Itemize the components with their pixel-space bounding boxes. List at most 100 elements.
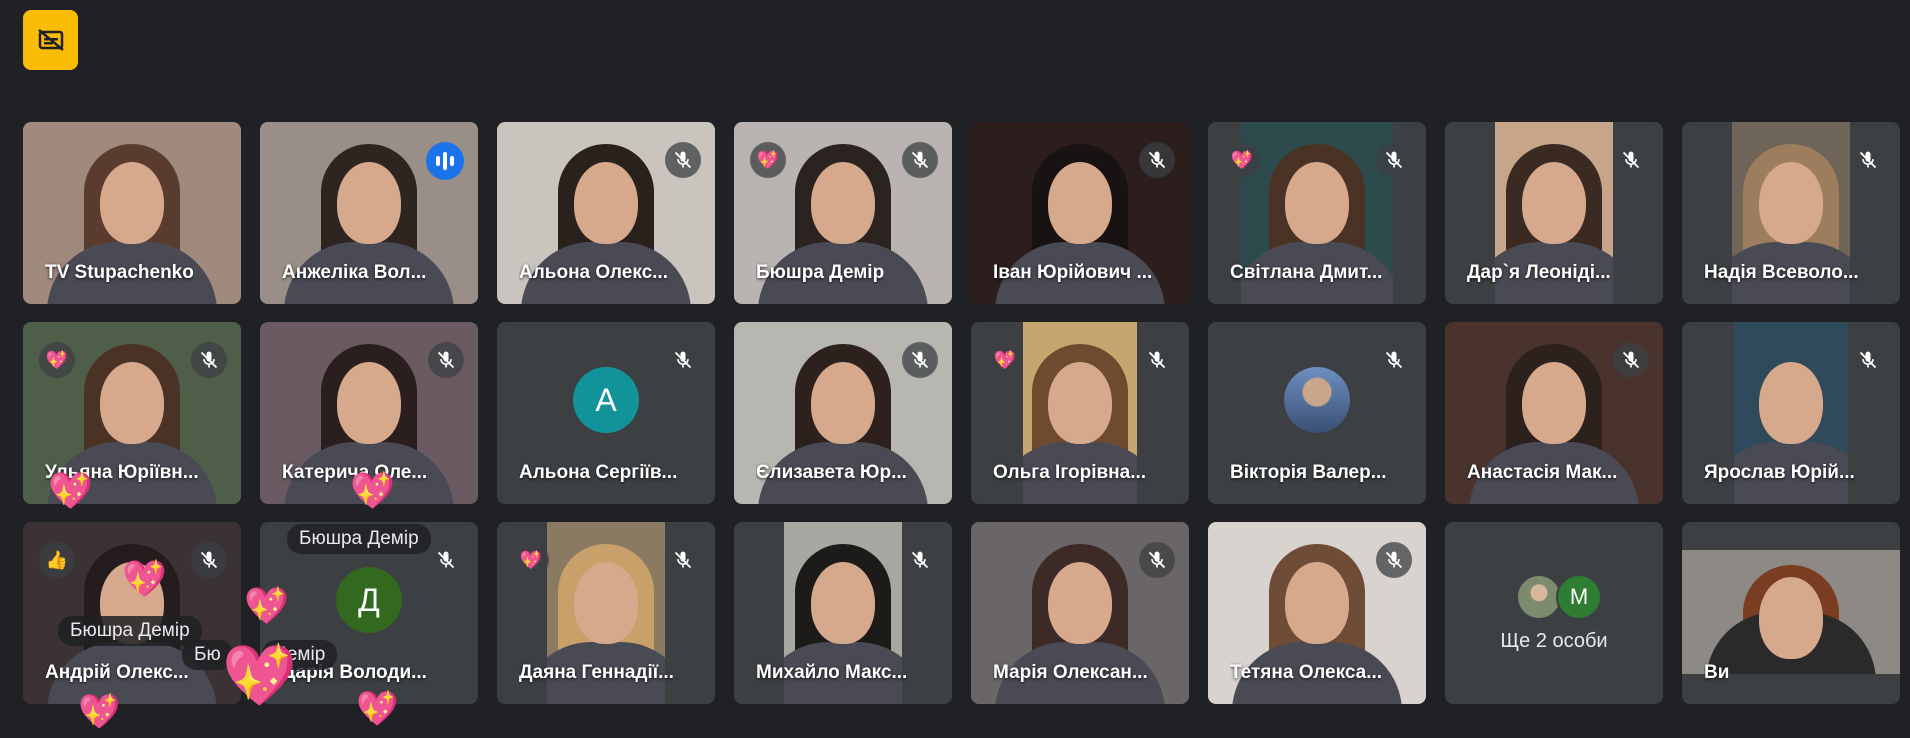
- self-view-tile[interactable]: Ви: [1682, 522, 1900, 704]
- participant-name: Вікторія Валер...: [1230, 462, 1387, 483]
- participant-face: [811, 562, 875, 645]
- mic-off-badge: [1139, 342, 1175, 378]
- mic-off-badge: [191, 542, 227, 578]
- participant-name: Андрій Олекс...: [45, 662, 189, 683]
- mic-off-badge: [191, 342, 227, 378]
- participant-tile[interactable]: 💖 Ольга Ігорівна...: [971, 322, 1189, 504]
- participant-tile[interactable]: Тетяна Олекса...: [1208, 522, 1426, 704]
- floating-heart-reaction-icon: 💖: [222, 642, 297, 709]
- mic-off-badge: [1139, 542, 1175, 578]
- participant-tile[interactable]: Анастасія Мак...: [1445, 322, 1663, 504]
- participant-name: Михайло Макс...: [756, 662, 908, 683]
- participant-tile[interactable]: Марія Олексан...: [971, 522, 1189, 704]
- participant-tile[interactable]: Вікторія Валер...: [1208, 322, 1426, 504]
- participant-face: [100, 162, 164, 245]
- mic-off-badge: [902, 342, 938, 378]
- mic-off-icon: [1148, 551, 1166, 569]
- mic-off-badge: [665, 142, 701, 178]
- participant-face: [1522, 362, 1586, 445]
- participant-face: [1522, 162, 1586, 245]
- participant-name: Тетяна Олекса...: [1230, 662, 1383, 683]
- floating-heart-reaction-icon: 💖: [350, 470, 395, 511]
- participant-tile[interactable]: A Альона Сергіїв...: [497, 322, 715, 504]
- participant-name: Іван Юрійович ...: [993, 262, 1153, 283]
- participant-name: Ярослав Юрій...: [1704, 462, 1855, 483]
- floating-heart-reaction-icon: 💖: [48, 470, 93, 511]
- participant-grid: TV Stupachenko Анжеліка Вол... Альона Олек…: [23, 122, 1900, 704]
- floating-heart-reaction-icon: 💖: [78, 693, 121, 731]
- mic-off-badge: [902, 542, 938, 578]
- mic-off-badge: [428, 542, 464, 578]
- participant-name: Даяна Геннадії...: [519, 662, 674, 683]
- heart-reaction-icon: 💖: [987, 342, 1023, 378]
- speaking-indicator-icon: [426, 142, 464, 180]
- captions-off-button[interactable]: [23, 10, 78, 70]
- mic-off-icon: [674, 151, 692, 169]
- mic-off-badge: [1850, 342, 1886, 378]
- mic-off-icon: [1385, 151, 1403, 169]
- mic-off-icon: [200, 351, 218, 369]
- heart-reaction-icon: 💖: [1224, 142, 1260, 178]
- participant-tile[interactable]: Михайло Макс...: [734, 522, 952, 704]
- participant-face: [337, 362, 401, 445]
- participant-name: Надія Всеволо...: [1704, 262, 1859, 283]
- mic-off-icon: [1622, 351, 1640, 369]
- mic-off-icon: [674, 351, 692, 369]
- participant-face: [1048, 362, 1112, 445]
- participant-avatar: A: [573, 367, 639, 433]
- participant-name: Марія Олексан...: [993, 662, 1148, 683]
- participant-tile[interactable]: Альона Олекс...: [497, 122, 715, 304]
- participant-tile[interactable]: TV Stupachenko: [23, 122, 241, 304]
- participant-face: [1759, 362, 1823, 445]
- participant-name: Анжеліка Вол...: [282, 262, 427, 283]
- mic-off-badge: [665, 542, 701, 578]
- participant-face: [1048, 162, 1112, 245]
- mic-off-badge: [1376, 342, 1412, 378]
- participant-face: [811, 362, 875, 445]
- mic-off-icon: [911, 351, 929, 369]
- participant-tile[interactable]: Єлизавета Юр...: [734, 322, 952, 504]
- participant-tile[interactable]: 💖 Даяна Геннадії...: [497, 522, 715, 704]
- mic-off-icon: [1622, 151, 1640, 169]
- participant-tile[interactable]: Ярослав Юрій...: [1682, 322, 1900, 504]
- participant-face: [574, 562, 638, 645]
- no-captions-icon: [37, 29, 64, 51]
- participant-name: Бюшра Демір: [756, 262, 885, 283]
- mic-off-icon: [437, 351, 455, 369]
- mic-off-badge: [1376, 142, 1412, 178]
- participant-tile[interactable]: Дар`я Леоніді...: [1445, 122, 1663, 304]
- participant-face: [1285, 562, 1349, 645]
- participant-name: Альона Олекс...: [519, 262, 668, 283]
- floating-heart-reaction-icon: 💖: [356, 690, 399, 728]
- participant-tile[interactable]: 👍 Андрій Олекс...: [23, 522, 241, 704]
- participant-name: Дар`я Леоніді...: [1467, 262, 1611, 283]
- reaction-sender-pill: Бюшра Демір: [287, 524, 431, 554]
- participant-face: [1285, 162, 1349, 245]
- reaction-sender-pill: Бюшра Демір: [58, 616, 202, 646]
- mic-off-badge: [1613, 142, 1649, 178]
- self-name: Ви: [1704, 662, 1730, 683]
- participant-tile[interactable]: 💖 Бюшра Демір: [734, 122, 952, 304]
- participant-tile[interactable]: Надія Всеволо...: [1682, 122, 1900, 304]
- mini-avatar: M: [1556, 574, 1602, 620]
- heart-reaction-icon: 💖: [39, 342, 75, 378]
- participant-name: Світлана Дмит...: [1230, 262, 1383, 283]
- mic-off-badge: [902, 142, 938, 178]
- heart-reaction-icon: 💖: [513, 542, 549, 578]
- mic-off-icon: [674, 551, 692, 569]
- more-avatars: M: [1516, 574, 1602, 620]
- participant-face: [100, 362, 164, 445]
- mic-off-icon: [1859, 151, 1877, 169]
- participant-face: [1048, 562, 1112, 645]
- participant-avatar: [1284, 367, 1350, 433]
- mic-off-icon: [911, 551, 929, 569]
- more-participants-tile[interactable]: M Ще 2 особи: [1445, 522, 1663, 704]
- mic-off-icon: [1148, 351, 1166, 369]
- participant-tile[interactable]: 💖 Світлана Дмит...: [1208, 122, 1426, 304]
- participant-tile[interactable]: Іван Юрійович ...: [971, 122, 1189, 304]
- participant-name: TV Stupachenko: [45, 262, 194, 283]
- participant-tile[interactable]: Анжеліка Вол...: [260, 122, 478, 304]
- self-face: [1759, 577, 1823, 660]
- participant-name: Ольга Ігорівна...: [993, 462, 1147, 483]
- mic-off-icon: [1385, 551, 1403, 569]
